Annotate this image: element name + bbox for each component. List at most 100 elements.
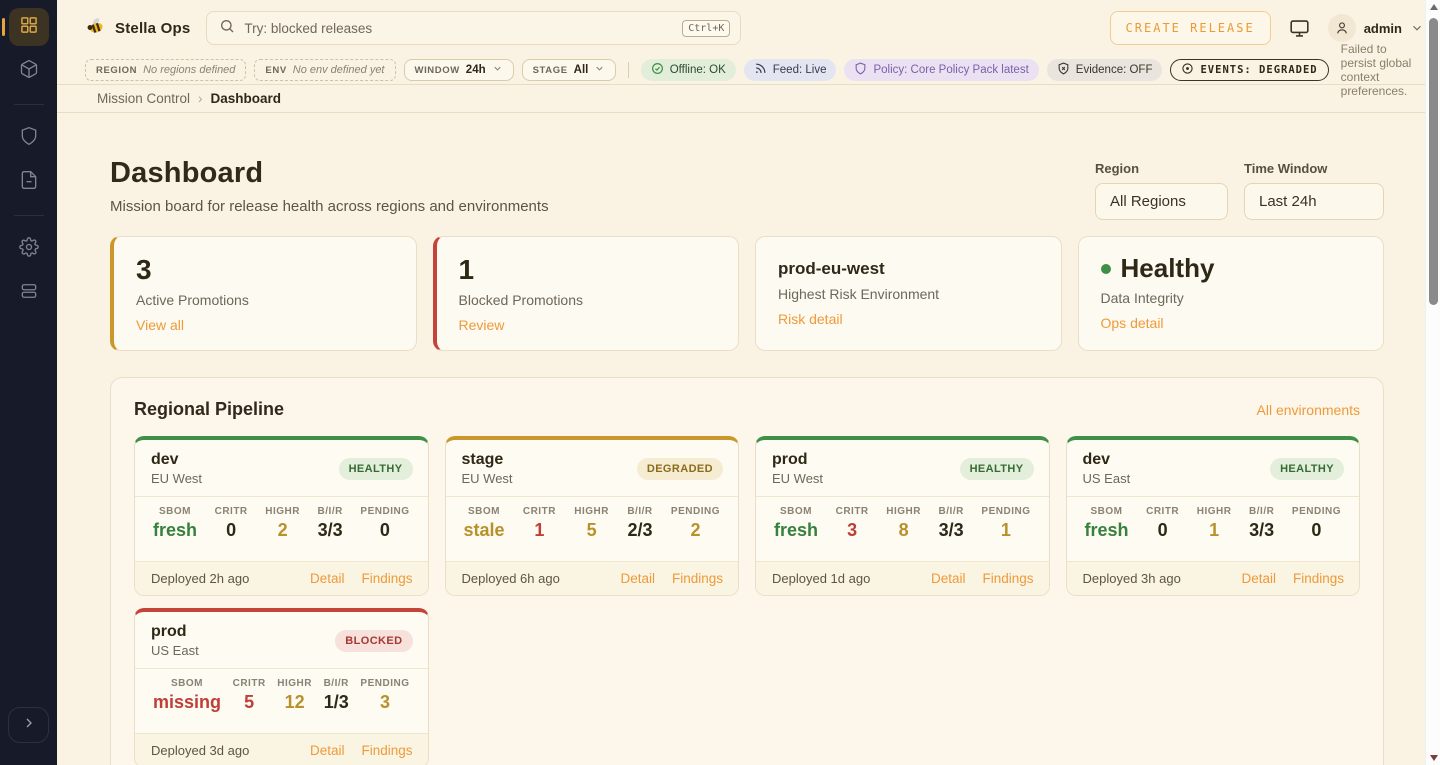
region-filter-pill[interactable]: REGION No regions defined — [85, 59, 246, 81]
status-badge: HEALTHY — [960, 458, 1034, 480]
search-input[interactable] — [244, 21, 673, 36]
stat-sbom: SBOMmissing — [153, 678, 221, 723]
stat-value: missing — [153, 692, 221, 713]
brand-name: Stella Ops — [115, 20, 190, 37]
policy-status-pill[interactable]: Policy: Core Policy Pack latest — [844, 59, 1038, 81]
rss-icon — [754, 62, 767, 78]
breadcrumb: Mission Control › Dashboard — [57, 85, 1440, 113]
summary-label: Data Integrity — [1101, 290, 1362, 306]
review-link[interactable]: Review — [459, 317, 505, 333]
ops-detail-link[interactable]: Ops detail — [1101, 315, 1164, 331]
summary-card-active-promotions: 3 Active Promotions View all — [110, 236, 417, 351]
scrollbar[interactable] — [1425, 0, 1440, 765]
stat-sbom: SBOM stale — [464, 506, 505, 551]
search-bar[interactable]: Ctrl+K — [206, 11, 741, 45]
stat-value: stale — [464, 520, 505, 541]
environment-region: US East — [1083, 471, 1131, 486]
stat-value: 3/3 — [1249, 520, 1274, 541]
all-environments-link[interactable]: All environments — [1257, 402, 1361, 418]
sidebar-item-settings[interactable] — [9, 230, 49, 268]
summary-label: Active Promotions — [136, 292, 394, 308]
monitor-icon[interactable] — [1289, 18, 1310, 39]
detail-link[interactable]: Detail — [310, 571, 345, 586]
risk-detail-link[interactable]: Risk detail — [778, 311, 843, 327]
stat-pending: PENDING0 — [360, 506, 409, 551]
summary-value: 1 — [459, 254, 717, 286]
breadcrumb-current: Dashboard — [211, 91, 282, 106]
breadcrumb-parent[interactable]: Mission Control — [97, 91, 190, 106]
stat-label: B/I/R — [627, 506, 652, 517]
sidebar-item-infrastructure[interactable] — [9, 274, 49, 312]
summary-card-highest-risk: prod-eu-west Highest Risk Environment Ri… — [755, 236, 1062, 351]
sidebar-item-security[interactable] — [9, 119, 49, 157]
stat-value: 2 — [265, 520, 300, 541]
gear-icon — [19, 237, 39, 262]
detail-link[interactable]: Detail — [310, 743, 345, 758]
findings-link[interactable]: Findings — [361, 571, 412, 586]
stat-pending: PENDING2 — [671, 506, 720, 551]
context-bar: REGION No regions defined ENV No env def… — [57, 56, 1440, 85]
offline-status-pill[interactable]: Offline: OK — [641, 59, 736, 81]
view-all-link[interactable]: View all — [136, 317, 184, 333]
environment-region: EU West — [772, 471, 823, 486]
stat-label: CRITR — [1146, 506, 1179, 517]
stat-critr: CRITR3 — [836, 506, 869, 551]
region-select[interactable]: All Regions — [1095, 183, 1228, 220]
scroll-up-arrow[interactable] — [1430, 4, 1438, 10]
environment-region: US East — [151, 643, 199, 658]
sidebar-item-dashboard[interactable] — [9, 8, 49, 46]
create-release-button[interactable]: CREATE RELEASE — [1110, 11, 1271, 45]
events-status-pill[interactable]: EVENTS: DEGRADED — [1170, 59, 1328, 81]
sidebar-expand-button[interactable] — [8, 707, 49, 743]
environment-identity: dev US East — [1083, 451, 1131, 486]
feed-status-pill[interactable]: Feed: Live — [744, 59, 837, 81]
stage-filter-pill[interactable]: STAGE All — [522, 59, 617, 81]
detail-link[interactable]: Detail — [1241, 571, 1276, 586]
search-icon — [219, 18, 235, 39]
stat-value: 0 — [360, 520, 409, 541]
evidence-status-pill[interactable]: Evidence: OFF — [1047, 59, 1163, 81]
findings-link[interactable]: Findings — [361, 743, 412, 758]
stat-value: 5 — [574, 520, 609, 541]
env-filter-pill[interactable]: ENV No env defined yet — [254, 59, 395, 81]
pipeline-title: Regional Pipeline — [134, 399, 284, 420]
user-menu[interactable]: admin — [1328, 14, 1424, 42]
environment-name: dev — [1083, 451, 1131, 469]
findings-link[interactable]: Findings — [982, 571, 1033, 586]
stat-value: fresh — [153, 520, 197, 541]
page-title: Dashboard — [110, 157, 549, 190]
stat-value: fresh — [1085, 520, 1129, 541]
pipeline-card: dev US East HEALTHY SBOMfreshCRITR0HIGHR… — [1066, 436, 1361, 596]
window-filter-pill[interactable]: WINDOW 24h — [404, 59, 514, 81]
findings-link[interactable]: Findings — [1293, 571, 1344, 586]
scroll-down-arrow[interactable] — [1430, 755, 1438, 761]
region-filter-label: Region — [1095, 161, 1228, 176]
scrollbar-thumb[interactable] — [1429, 18, 1438, 305]
detail-link[interactable]: Detail — [931, 571, 966, 586]
bee-logo — [85, 15, 107, 42]
stat-label: HIGHR — [265, 506, 300, 517]
stat-label: SBOM — [464, 506, 505, 517]
deployed-time: Deployed 6h ago — [462, 571, 560, 586]
detail-link[interactable]: Detail — [620, 571, 655, 586]
page-heading-block: Dashboard Mission board for release heal… — [110, 157, 549, 215]
time-window-select[interactable]: Last 24h — [1244, 183, 1384, 220]
chevron-down-icon — [492, 63, 503, 77]
chevron-down-icon — [594, 63, 605, 77]
stat-highr: HIGHR5 — [574, 506, 609, 551]
pipeline-card: dev EU West HEALTHY SBOMfreshCRITR0HIGHR… — [134, 436, 429, 596]
stats-row: SBOMfreshCRITR0HIGHR2B/I/R3/3PENDING0 — [135, 496, 428, 561]
stats-row: SBOMstaleCRITR1HIGHR5B/I/R2/3PENDING2 — [446, 496, 739, 561]
stat-highr: HIGHR1 — [1197, 506, 1232, 551]
sidebar-item-documents[interactable] — [9, 163, 49, 201]
sidebar-item-releases[interactable] — [9, 52, 49, 90]
stat-pending: PENDING3 — [360, 678, 409, 723]
stat-pending: PENDING0 — [1292, 506, 1341, 551]
deployed-time: Deployed 3h ago — [1083, 571, 1181, 586]
environment-name: prod — [151, 623, 199, 641]
findings-link[interactable]: Findings — [672, 571, 723, 586]
stat-sbom: SBOMfresh — [153, 506, 197, 551]
status-badge: HEALTHY — [339, 458, 413, 480]
stat-bir: B/I/R3/3 — [318, 506, 343, 551]
stat-value: 3 — [836, 520, 869, 541]
